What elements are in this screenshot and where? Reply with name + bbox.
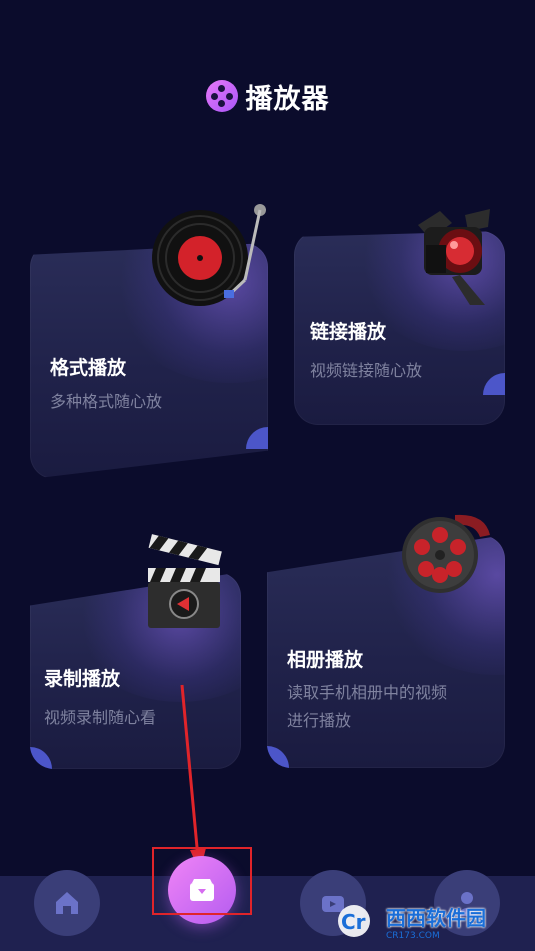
card-subtitle: 视频链接随心放	[310, 361, 423, 380]
card-title: 录制播放	[44, 668, 121, 690]
film-reel-icon	[402, 514, 490, 593]
nav-home-button[interactable]	[34, 870, 100, 936]
card-title: 链接播放	[310, 321, 387, 343]
vinyl-record-icon	[152, 204, 266, 306]
card-title: 格式播放	[50, 357, 127, 379]
highlight-annotation	[152, 847, 252, 915]
watermark-text: 西西软件园	[386, 905, 486, 930]
svg-text:Cr: Cr	[341, 910, 366, 934]
film-reel-icon	[205, 80, 238, 112]
corner-decoration	[246, 427, 268, 449]
clapperboard-icon	[148, 534, 222, 628]
corner-decoration	[483, 373, 505, 395]
card-subtitle-line2: 进行播放	[287, 711, 352, 730]
card-subtitle: 多种格式随心放	[50, 392, 163, 411]
page-title: 播放器	[245, 83, 330, 115]
watermark-subtext: CR173.COM	[386, 930, 440, 941]
app-header: 播放器	[0, 76, 535, 116]
watermark: Cr 西西软件园 CR173.COM	[336, 898, 516, 944]
watermark-logo-icon: Cr	[338, 905, 370, 937]
corner-decoration	[30, 747, 52, 769]
card-subtitle: 视频录制随心看	[44, 708, 157, 727]
card-title: 相册播放	[287, 649, 364, 671]
stage-spotlight-icon	[418, 209, 490, 305]
home-icon	[56, 892, 78, 914]
corner-decoration	[267, 746, 289, 768]
card-subtitle-line1: 读取手机相册中的视频	[287, 683, 448, 702]
